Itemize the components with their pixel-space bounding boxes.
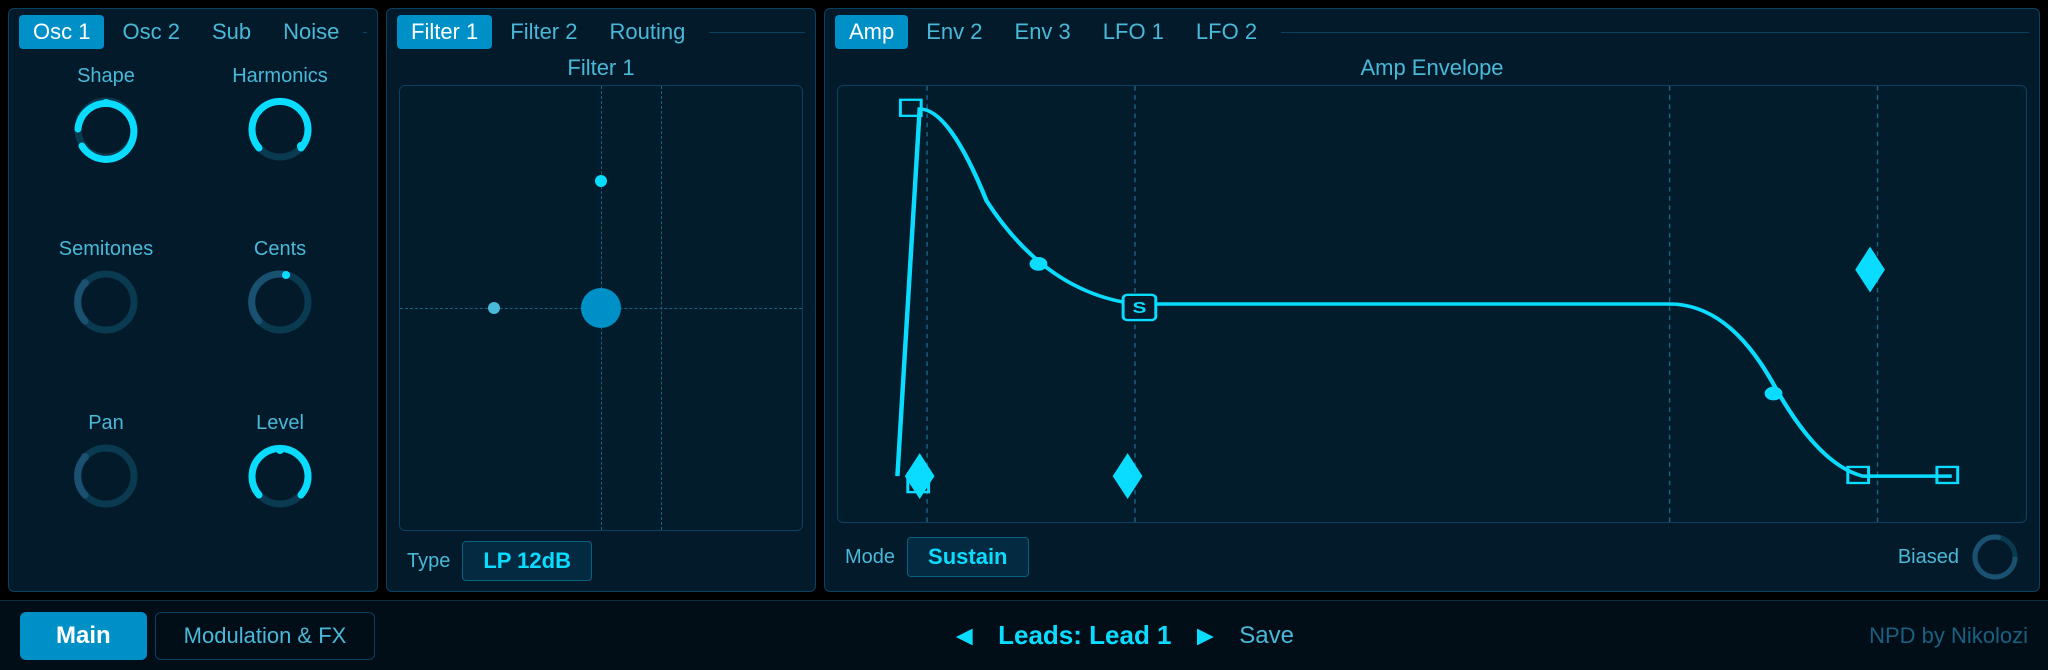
amp-panel: Amp Env 2 Env 3 LFO 1 LFO 2 Amp Envelope: [824, 8, 2040, 592]
save-button[interactable]: Save: [1239, 622, 1294, 650]
filter-bottom: Type LP 12dB: [387, 531, 815, 591]
biased-knob[interactable]: [1971, 533, 2019, 581]
tab-osc2[interactable]: Osc 2: [108, 15, 193, 49]
tab-filter1[interactable]: Filter 1: [397, 15, 492, 49]
tab-filter2[interactable]: Filter 2: [496, 15, 591, 49]
osc-panel: Osc 1 Osc 2 Sub Noise Shape Harmonics: [8, 8, 378, 592]
filter-vline2: [661, 86, 662, 530]
prev-preset-button[interactable]: ◄: [950, 620, 978, 652]
tab-noise[interactable]: Noise: [269, 15, 353, 49]
harmonics-knob[interactable]: [245, 94, 315, 164]
harmonics-group: Harmonics: [203, 65, 357, 228]
level-group: Level: [203, 412, 357, 575]
harmonics-label: Harmonics: [232, 65, 328, 88]
preset-name: Leads: Lead 1: [998, 620, 1171, 651]
semitones-group: Semitones: [29, 238, 183, 401]
filter-type-label: Type: [407, 550, 450, 573]
filter-display[interactable]: [399, 85, 803, 531]
bottom-bar: Main Modulation & FX ◄ Leads: Lead 1 ► S…: [0, 600, 2048, 670]
cents-knob[interactable]: [245, 267, 315, 337]
svg-text:S: S: [1133, 298, 1147, 316]
semitones-label: Semitones: [59, 238, 154, 261]
osc-content: Shape Harmonics Semitones: [9, 49, 377, 591]
tab-env2[interactable]: Env 2: [912, 15, 996, 49]
filter-top-dot[interactable]: [595, 175, 607, 187]
bottom-nav: ◄ Leads: Lead 1 ► Save: [375, 620, 1869, 652]
tab-env3[interactable]: Env 3: [1001, 15, 1085, 49]
next-preset-button[interactable]: ►: [1192, 620, 1220, 652]
level-knob[interactable]: [245, 441, 315, 511]
amp-display[interactable]: S: [837, 85, 2027, 523]
tab-lfo1[interactable]: LFO 1: [1089, 15, 1178, 49]
tab-osc1[interactable]: Osc 1: [19, 15, 104, 49]
filter-main-circle[interactable]: [581, 288, 621, 328]
amp-title: Amp Envelope: [825, 49, 2039, 85]
shape-knob[interactable]: [71, 94, 141, 164]
main-button[interactable]: Main: [20, 612, 147, 660]
amp-bottom: Mode Sustain Biased: [825, 523, 2039, 591]
pan-group: Pan: [29, 412, 183, 575]
tab-lfo2[interactable]: LFO 2: [1182, 15, 1271, 49]
credit-text: NPD by Nikolozi: [1869, 623, 2028, 649]
filter-tabs: Filter 1 Filter 2 Routing: [387, 9, 815, 49]
tab-routing[interactable]: Routing: [596, 15, 700, 49]
shape-group: Shape: [29, 65, 183, 228]
amp-tabs: Amp Env 2 Env 3 LFO 1 LFO 2: [825, 9, 2039, 49]
amp-envelope-svg: S: [838, 86, 2026, 522]
biased-label: Biased: [1898, 546, 1959, 569]
tab-sub[interactable]: Sub: [198, 15, 265, 49]
filter-panel: Filter 1 Filter 2 Routing Filter 1 Type …: [386, 8, 816, 592]
level-label: Level: [256, 412, 304, 435]
modulation-fx-button[interactable]: Modulation & FX: [155, 612, 376, 660]
mode-label: Mode: [845, 546, 895, 569]
shape-label: Shape: [77, 65, 135, 88]
tab-amp[interactable]: Amp: [835, 15, 908, 49]
cents-group: Cents: [203, 238, 357, 401]
filter-type-button[interactable]: LP 12dB: [462, 541, 592, 581]
mode-button[interactable]: Sustain: [907, 537, 1028, 577]
pan-label: Pan: [88, 412, 124, 435]
osc-tabs: Osc 1 Osc 2 Sub Noise: [9, 9, 377, 49]
filter-title: Filter 1: [387, 49, 815, 85]
semitones-knob[interactable]: [71, 267, 141, 337]
pan-knob[interactable]: [71, 441, 141, 511]
filter-left-dot[interactable]: [488, 302, 500, 314]
cents-label: Cents: [254, 238, 306, 261]
